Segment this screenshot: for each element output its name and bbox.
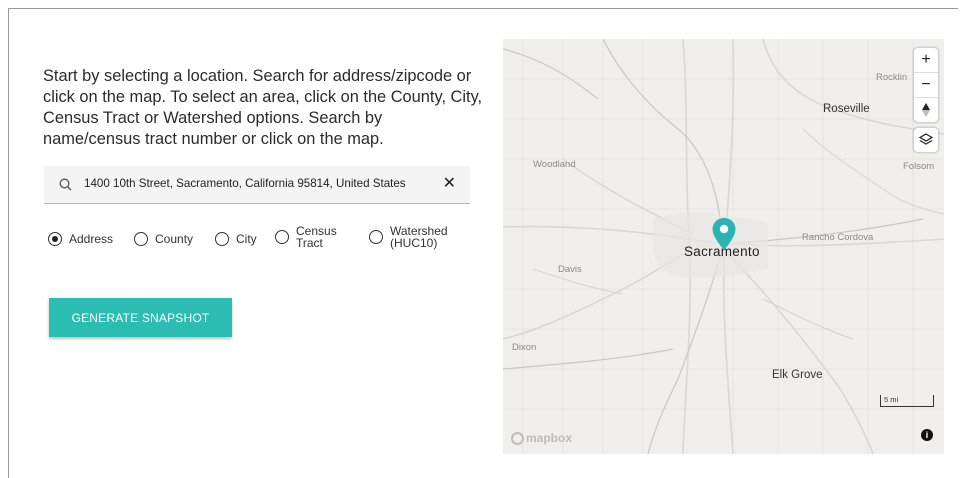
- radio-city-label: City: [236, 232, 257, 246]
- radio-census-tract-label: Census Tract: [296, 224, 337, 250]
- search-icon: [59, 178, 72, 191]
- zoom-in-button[interactable]: +: [914, 48, 938, 73]
- location-search-field[interactable]: 1400 10th Street, Sacramento, California…: [44, 166, 470, 204]
- radio-county-indicator[interactable]: [134, 232, 148, 246]
- radio-watershed-indicator[interactable]: [369, 230, 383, 244]
- radio-address-label: Address: [69, 232, 114, 246]
- map-view[interactable]: Rocklin Roseville Woodland Folsom Rancho…: [503, 39, 944, 454]
- clear-search-icon[interactable]: ✕: [443, 175, 456, 193]
- map-place-roseville: Roseville: [823, 103, 870, 115]
- mapbox-logo-text: mapbox: [526, 431, 573, 445]
- location-pin-icon[interactable]: [711, 217, 737, 251]
- mapbox-logo-icon: [511, 431, 524, 445]
- map-place-woodland: Woodland: [533, 159, 576, 170]
- search-input-value[interactable]: 1400 10th Street, Sacramento, California…: [84, 177, 406, 190]
- generate-snapshot-button[interactable]: GENERATE SNAPSHOT: [49, 298, 232, 337]
- mapbox-logo[interactable]: mapbox: [511, 431, 572, 445]
- attribution-info-icon[interactable]: i: [921, 429, 933, 441]
- radio-address[interactable]: Address: [48, 232, 113, 246]
- map-place-elk-grove: Elk Grove: [772, 369, 823, 381]
- intro-text: Start by selecting a location. Search fo…: [43, 67, 483, 148]
- radio-city[interactable]: City: [215, 232, 257, 246]
- radio-address-indicator[interactable]: [48, 232, 62, 246]
- map-place-dixon: Dixon: [512, 342, 537, 353]
- map-place-rocklin: Rocklin: [876, 72, 908, 83]
- radio-county[interactable]: County: [134, 232, 193, 246]
- map-layers-control: [914, 128, 938, 152]
- layers-icon: [919, 133, 933, 145]
- zoom-out-button[interactable]: −: [914, 73, 938, 98]
- layers-button[interactable]: [914, 128, 938, 152]
- radio-census-tract[interactable]: Census Tract: [275, 225, 337, 249]
- map-place-rancho-cordova: Rancho Cordova: [802, 232, 874, 243]
- radio-watershed-label: Watershed (HUC10): [390, 224, 448, 250]
- compass-button[interactable]: [914, 98, 938, 122]
- radio-watershed[interactable]: Watershed (HUC10): [369, 225, 448, 249]
- map-scale-bar: 5 mi: [880, 395, 934, 407]
- compass-icon: [922, 103, 930, 117]
- radio-city-indicator[interactable]: [215, 232, 229, 246]
- map-place-folsom: Folsom: [903, 161, 935, 172]
- map-place-davis: Davis: [558, 264, 582, 275]
- radio-census-tract-indicator[interactable]: [275, 230, 289, 244]
- radio-county-label: County: [155, 232, 194, 246]
- map-zoom-controls: + −: [914, 48, 938, 122]
